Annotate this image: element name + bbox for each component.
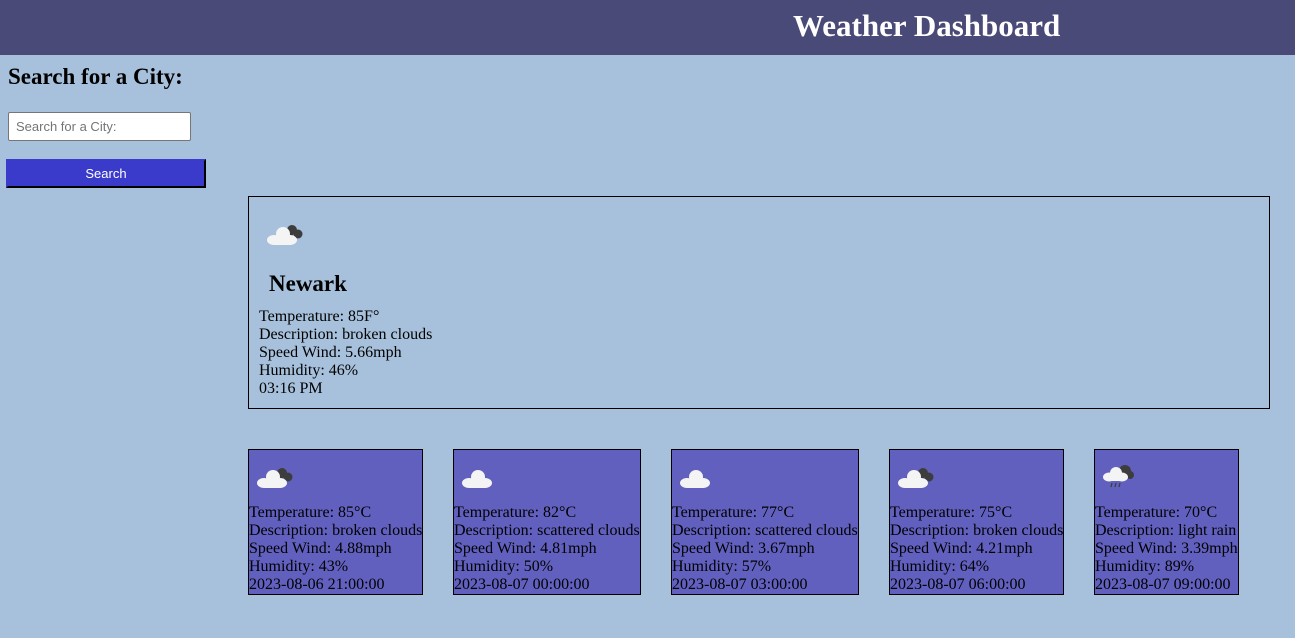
forecast-wind-speed: Speed Wind: 4.88mph [249, 540, 392, 557]
forecast-wind-speed: Speed Wind: 3.67mph [672, 540, 815, 557]
forecast-card: Temperature: 85°C Description: broken cl… [248, 449, 423, 595]
forecast-details: Temperature: 85°C Description: broken cl… [249, 504, 422, 594]
search-button[interactable]: Search [6, 159, 206, 188]
forecast-datetime: 2023-08-07 06:00:00 [890, 576, 1026, 593]
forecast-card: Temperature: 82°C Description: scattered… [453, 449, 641, 595]
forecast-temperature: Temperature: 75°C [890, 504, 1013, 521]
forecast-card: Temperature: 75°C Description: broken cl… [889, 449, 1064, 595]
forecast-description: Description: broken clouds [890, 522, 1064, 539]
forecast-humidity: Humidity: 50% [454, 558, 554, 575]
forecast-datetime: 2023-08-07 03:00:00 [672, 576, 808, 593]
search-input[interactable] [8, 112, 191, 141]
current-description: Description: broken clouds [259, 326, 433, 343]
page-title: Weather Dashboard [793, 8, 1061, 43]
forecast-temperature: Temperature: 77°C [672, 504, 795, 521]
city-name: Newark [269, 271, 347, 296]
forecast-description: Description: light rain [1095, 522, 1237, 539]
forecast-datetime: 2023-08-07 00:00:00 [454, 576, 590, 593]
forecast-temperature: Temperature: 82°C [454, 504, 577, 521]
broken-clouds-icon [267, 225, 303, 245]
broken-clouds-icon [257, 468, 293, 488]
current-humidity: Humidity: 46% [259, 362, 359, 379]
forecast-description: Description: scattered clouds [672, 522, 858, 539]
forecast-wind-speed: Speed Wind: 3.39mph [1095, 540, 1238, 557]
page-header: Weather Dashboard [0, 0, 1295, 55]
forecast-details: Temperature: 77°C Description: scattered… [672, 504, 858, 594]
forecast-temperature: Temperature: 85°C [249, 504, 372, 521]
forecast-humidity: Humidity: 89% [1095, 558, 1195, 575]
forecast-details: Temperature: 75°C Description: broken cl… [890, 504, 1063, 594]
forecast-details: Temperature: 70°C Description: light rai… [1095, 504, 1238, 594]
forecast-description: Description: scattered clouds [454, 522, 640, 539]
forecast-description: Description: broken clouds [249, 522, 423, 539]
broken-clouds-icon [898, 468, 934, 488]
scattered-clouds-icon [462, 470, 492, 488]
forecast-wind-speed: Speed Wind: 4.81mph [454, 540, 597, 557]
light-rain-icon [1103, 465, 1134, 488]
search-heading: Search for a City: [8, 64, 183, 89]
forecast-card: Temperature: 70°C Description: light rai… [1094, 449, 1239, 595]
current-time: 03:16 PM [259, 380, 323, 397]
forecast-temperature: Temperature: 70°C [1095, 504, 1218, 521]
forecast-details: Temperature: 82°C Description: scattered… [454, 504, 640, 594]
current-wind-speed: Speed Wind: 5.66mph [259, 344, 402, 361]
forecast-card: Temperature: 77°C Description: scattered… [671, 449, 859, 595]
forecast-humidity: Humidity: 43% [249, 558, 349, 575]
forecast-humidity: Humidity: 64% [890, 558, 990, 575]
scattered-clouds-icon [680, 470, 710, 488]
current-weather-details: Temperature: 85F° Description: broken cl… [259, 308, 432, 398]
forecast-wind-speed: Speed Wind: 4.21mph [890, 540, 1033, 557]
current-temperature: Temperature: 85F° [259, 308, 380, 325]
forecast-datetime: 2023-08-06 21:00:00 [249, 576, 385, 593]
current-weather-card: Newark Temperature: 85F° Description: br… [248, 196, 1270, 409]
forecast-humidity: Humidity: 57% [672, 558, 772, 575]
forecast-datetime: 2023-08-07 09:00:00 [1095, 576, 1231, 593]
